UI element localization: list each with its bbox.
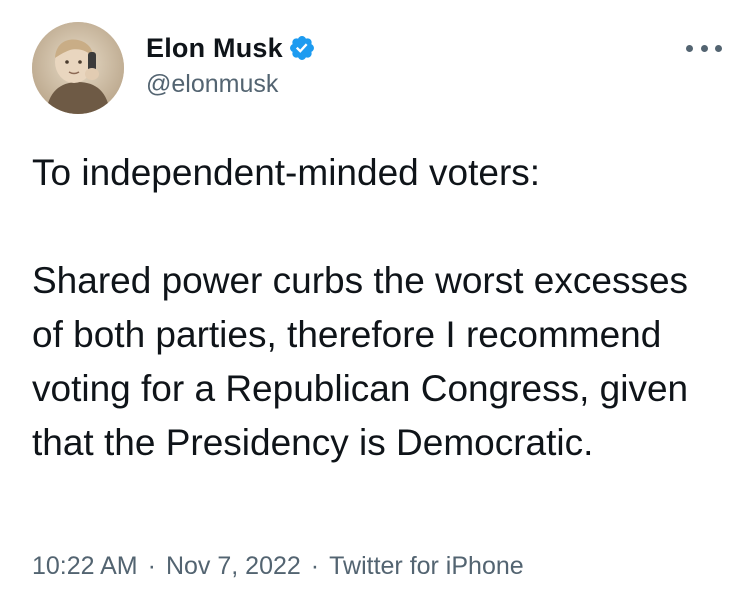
ellipsis-icon[interactable] <box>686 42 722 54</box>
tweet-paragraph: To independent-minded voters: <box>32 152 541 193</box>
author-identity: Elon Musk @elonmusk <box>146 32 316 99</box>
avatar[interactable] <box>32 22 124 114</box>
tweet-time[interactable]: 10:22 AM <box>32 552 138 580</box>
tweet-date[interactable]: Nov 7, 2022 <box>166 552 301 580</box>
user-handle[interactable]: @elonmusk <box>146 70 316 99</box>
name-row: Elon Musk <box>146 32 316 64</box>
dot <box>715 44 722 52</box>
meta-separator: · <box>310 552 320 580</box>
dot <box>686 44 693 52</box>
tweet-header: Elon Musk @elonmusk <box>32 22 722 118</box>
display-name[interactable]: Elon Musk <box>146 33 283 64</box>
tweet-meta: 10:22 AM · Nov 7, 2022 · Twitter for iPhone <box>32 552 524 581</box>
verified-badge-icon <box>288 34 316 62</box>
tweet-source[interactable]: Twitter for iPhone <box>329 552 524 580</box>
tweet-paragraph: Shared power curbs the worst excesses of… <box>32 260 689 463</box>
dot <box>700 44 708 52</box>
meta-separator: · <box>147 552 156 580</box>
tweet-text: To independent-minded voters: Shared pow… <box>32 146 722 470</box>
tweet-card: Elon Musk @elonmusk To independent-minde… <box>0 0 750 616</box>
child-photo-avatar-icon <box>32 22 124 114</box>
